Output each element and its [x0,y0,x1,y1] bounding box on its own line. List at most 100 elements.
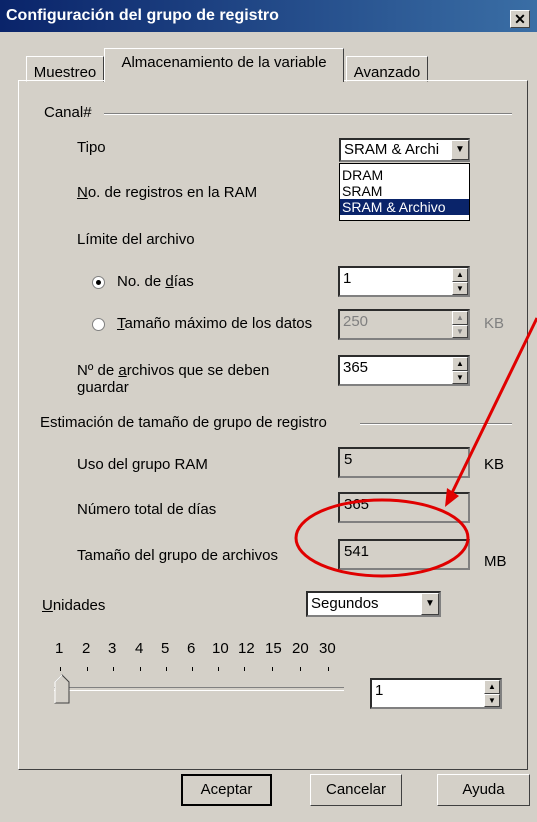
archivos-guardar-label-line2: guardar [77,379,129,396]
tab-label: Avanzado [353,64,421,81]
limite-archivo-label: Límite del archivo [77,231,195,248]
dias-spin-down[interactable]: ▼ [452,282,468,295]
tick-label: 6 [187,640,196,657]
help-button[interactable]: Ayuda [437,774,530,806]
tick-label: 30 [319,640,336,657]
slider-tick [140,667,141,671]
tab-label: Muestreo [33,64,97,81]
unidades-select-value: Segundos [311,595,379,612]
units-slider[interactable] [50,660,355,710]
dias-radio-label-post: ías [173,273,194,290]
tick-label: 10 [212,640,229,657]
dias-input[interactable]: 1 [338,266,470,297]
tick-label: 4 [135,640,144,657]
total-dias-value-field: 365 [338,492,470,523]
slider-tick [244,667,245,671]
slider-tick [328,667,329,671]
tick-label: 15 [265,640,282,657]
help-button-label: Ayuda [462,781,505,798]
slider-spin-down[interactable]: ▼ [484,694,500,707]
slider-tick-labels: 1 2 3 4 5 6 10 12 15 20 30 [55,640,355,660]
tipo-dropdown-list: DRAM SRAM SRAM & Archivo [339,163,470,221]
canal-divider [104,113,512,115]
close-icon: ✕ [514,11,526,27]
tipo-option-dram[interactable]: DRAM [340,167,469,183]
tamano-grupo-value-field: 541 [338,539,470,570]
tipo-option-sram[interactable]: SRAM [340,183,469,199]
slider-tick [113,667,114,671]
archivos-spin-down[interactable]: ▼ [452,371,468,384]
ram-uso-unit: KB [484,456,505,473]
archivos-guardar-input[interactable]: 365 [338,355,470,386]
slider-track [54,687,344,691]
window-title: Configuración del grupo de registro [6,7,279,24]
archivos-guardar-label-pre: Nº de [77,362,119,379]
ram-uso-label: Uso del grupo RAM [77,456,208,473]
tab-avanzado[interactable]: Avanzado [346,56,428,82]
tamano-grupo-value: 541 [344,543,370,560]
registros-ram-label-accel: N [77,184,88,201]
arrow-up-icon: ▲ [456,359,464,368]
unidades-label-accel: U [42,597,53,614]
tick-label: 12 [238,640,255,657]
arrow-down-icon: ▼ [456,327,464,336]
dias-radio[interactable] [92,276,105,289]
dias-spin-up[interactable]: ▲ [452,268,468,282]
tick-label: 5 [161,640,170,657]
tipo-dropdown-button[interactable]: ▼ [451,140,469,160]
dias-radio-label[interactable]: No. de días [117,273,194,290]
dias-input-value: 1 [343,270,352,287]
slider-thumb[interactable] [54,674,70,704]
ok-button-label: Aceptar [200,781,253,798]
tamano-unit: KB [484,315,505,332]
arrow-up-icon: ▲ [456,270,464,279]
ok-button[interactable]: Aceptar [181,774,272,806]
slider-tick [60,667,61,671]
total-dias-label: Número total de días [77,501,217,518]
unidades-dropdown-button[interactable]: ▼ [421,593,439,615]
tab-almacenamiento[interactable]: Almacenamiento de la variable [104,48,344,82]
tick-label: 3 [108,640,117,657]
registros-ram-label: No. de registros en la RAM [77,184,257,201]
slider-tick [300,667,301,671]
tamano-spin-down[interactable]: ▼ [452,325,468,338]
canal-group-label: Canal# [44,104,92,121]
arrow-down-icon: ▼ [456,373,464,382]
unidades-label: Unidades [42,597,105,614]
slider-spin-up[interactable]: ▲ [484,680,500,694]
slider-tick [192,667,193,671]
tamano-input[interactable]: 250 [338,309,470,340]
title-bar[interactable]: Configuración del grupo de registro ✕ [0,0,537,32]
tamano-radio-label[interactable]: Tamaño máximo de los datos [117,315,312,332]
tick-label: 2 [82,640,91,657]
cancel-button[interactable]: Cancelar [310,774,402,806]
ram-uso-value: 5 [344,451,353,468]
slider-tick [87,667,88,671]
tab-muestreo[interactable]: Muestreo [26,56,104,82]
tick-label: 20 [292,640,309,657]
estimacion-divider [360,423,512,425]
slider-tick [166,667,167,671]
dias-radio-label-pre: No. de [117,273,166,290]
tamano-grupo-label: Tamaño del grupo de archivos [77,547,278,564]
archivos-guardar-label: Nº de archivos que se deben [77,362,269,379]
arrow-up-icon: ▲ [456,313,464,322]
tipo-option-sram-archivo[interactable]: SRAM & Archivo [340,199,469,215]
tamano-grupo-unit: MB [484,553,507,570]
arrow-down-icon: ▼ [456,284,464,293]
chevron-down-icon: ▼ [425,598,435,609]
estimacion-group-label: Estimación de tamaño de grupo de registr… [40,414,327,431]
tamano-radio-label-accel: T [117,315,125,332]
close-button[interactable]: ✕ [510,10,530,28]
tamano-spin-up[interactable]: ▲ [452,311,468,325]
total-dias-value: 365 [344,496,370,513]
archivos-guardar-value: 365 [343,359,369,376]
tab-label: Almacenamiento de la variable [121,54,327,71]
slider-tick [218,667,219,671]
archivos-spin-up[interactable]: ▲ [452,357,468,371]
tamano-radio[interactable] [92,318,105,331]
registros-ram-label-text: o. de registros en la RAM [87,184,258,201]
tick-label: 1 [55,640,64,657]
unidades-label-text: nidades [52,597,106,614]
slider-value-input[interactable]: 1 [370,678,502,709]
